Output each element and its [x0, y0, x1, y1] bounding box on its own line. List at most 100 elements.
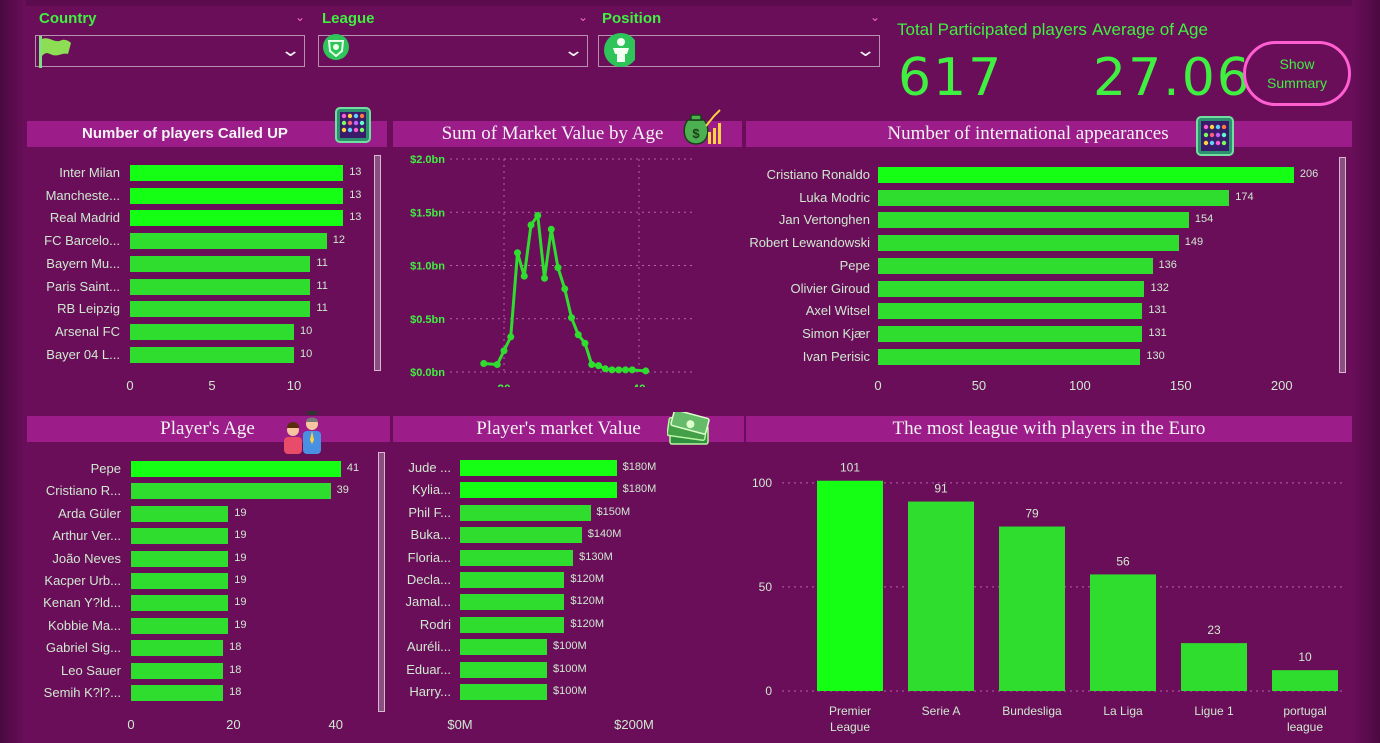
bar	[131, 573, 229, 589]
bar-label: Pepe	[839, 257, 870, 273]
category-label: Premier	[829, 704, 871, 718]
y-tick-label: $1.0bn	[410, 261, 445, 273]
bar	[130, 323, 294, 340]
bar	[1090, 574, 1156, 691]
bar	[878, 189, 1230, 206]
position-dropdown[interactable]: ⌄	[598, 33, 880, 67]
money-bag-growth-icon: $	[683, 109, 721, 145]
bar	[131, 617, 229, 634]
bar	[131, 685, 224, 701]
bar-value-label: 10	[1298, 650, 1312, 664]
player-age-header: Player's Age	[27, 416, 390, 442]
bar-value-label: 19	[234, 618, 247, 631]
bar-value-label: 206	[1299, 168, 1319, 180]
data-point	[608, 366, 616, 374]
dropdown-arrow-icon[interactable]: ⌄	[855, 40, 876, 61]
bar-value-label: 13	[349, 211, 362, 224]
league-badge-icon	[323, 34, 349, 60]
data-point	[500, 347, 508, 355]
data-point	[547, 225, 555, 233]
bar-value-label: 23	[1207, 623, 1221, 637]
country-slicer[interactable]: Country ⌄ ⌄	[35, 8, 305, 70]
bar-value-label: 10	[300, 324, 313, 337]
category-label: Ligue 1	[1194, 704, 1234, 718]
bar	[1272, 670, 1338, 691]
bar-value-label: 130	[1146, 349, 1165, 362]
y-tick-label: $1.5bn	[410, 207, 445, 219]
bar-label: RB Leipzig	[57, 301, 120, 317]
chevron-down-icon[interactable]: ⌄	[870, 10, 880, 24]
x-tick-label: 0	[126, 378, 134, 393]
appearances-scrollbar[interactable]	[1339, 157, 1346, 373]
bar	[460, 504, 591, 521]
player-position-icon	[604, 33, 635, 67]
bar-label: Simon Kjær	[802, 325, 870, 341]
bar-value-label: $150M	[596, 505, 631, 518]
bar-label: Rodri	[419, 616, 451, 632]
bar-value-label: 131	[1148, 326, 1167, 339]
average-age-value: 27.06	[1093, 48, 1252, 108]
bar-value-label: 19	[234, 529, 247, 542]
position-slicer[interactable]: Position ⌄ ⌄	[598, 8, 880, 70]
flag-icon	[39, 36, 71, 68]
bar	[131, 550, 229, 567]
bar	[878, 235, 1179, 252]
category-label: league	[1287, 720, 1323, 734]
category-label: League	[830, 720, 870, 734]
bar-label: Arsenal FC	[54, 323, 120, 339]
dropdown-arrow-icon[interactable]: ⌄	[280, 40, 301, 61]
dropdown-arrow-icon[interactable]: ⌄	[563, 40, 584, 61]
y-tick-label: $0.5bn	[410, 314, 445, 326]
show-summary-button[interactable]: Show Summary	[1243, 41, 1351, 106]
bar	[130, 165, 344, 181]
y-tick-label: $0.0bn	[410, 367, 445, 379]
bar-value-label: $100M	[553, 640, 587, 653]
bar-label: Buka...	[410, 527, 451, 543]
bar	[130, 346, 294, 363]
bar-value-label: 91	[934, 482, 948, 496]
y-tick-label: 0	[765, 684, 772, 698]
bar-value-label: 12	[332, 234, 346, 247]
bar-value-label: 154	[1194, 213, 1214, 226]
right-frame	[1352, 0, 1380, 743]
league-slicer[interactable]: League ⌄ ⌄	[318, 8, 588, 70]
bar-label: Real Madrid	[49, 210, 120, 226]
show-summary-line1: Show	[1279, 55, 1315, 72]
bar	[131, 505, 229, 522]
x-tick-label: 0	[874, 378, 882, 393]
bar-value-label: 19	[234, 596, 247, 609]
chevron-down-icon[interactable]: ⌄	[578, 10, 588, 24]
data-point	[642, 367, 650, 375]
x-tick-label: 200	[1270, 378, 1293, 393]
league-dropdown[interactable]: ⌄	[318, 34, 588, 67]
player-age-scrollbar[interactable]	[378, 452, 385, 712]
bar-label: Bayer 04 L...	[46, 346, 120, 362]
x-tick-label: $200M	[614, 717, 654, 732]
bar-value-label: 101	[840, 461, 860, 475]
bar-label: Inter Milan	[59, 165, 120, 180]
bar-value-label: 56	[1116, 554, 1130, 568]
called-up-scrollbar[interactable]	[374, 155, 381, 371]
bar-label: Arda Güler	[58, 505, 121, 521]
bar-label: Decla...	[406, 572, 451, 587]
bar	[878, 280, 1145, 297]
country-dropdown[interactable]: ⌄	[35, 35, 305, 68]
bar	[460, 684, 547, 700]
bar	[999, 526, 1065, 691]
bar-label: Jan Vertonghen	[778, 212, 870, 228]
bar	[460, 661, 547, 678]
total-players-value: 617	[898, 48, 1004, 108]
bar-value-label: 149	[1184, 236, 1204, 249]
category-label: portugal	[1283, 704, 1326, 718]
data-point	[534, 211, 542, 219]
bar-value-label: 19	[234, 574, 247, 586]
jersey-grid-icon	[1196, 116, 1234, 156]
chevron-down-icon[interactable]: ⌄	[295, 10, 305, 24]
left-frame	[0, 0, 26, 743]
data-point	[520, 272, 528, 280]
market-by-age-chart: $0.0bn $0.5bn $1.0bn $1.5bn $2.0bn 20 40	[410, 154, 693, 387]
bar-value-label: $120M	[570, 617, 605, 630]
bar-value-label: $100M	[553, 685, 587, 697]
category-label: La Liga	[1103, 704, 1143, 718]
data-point	[480, 359, 488, 367]
